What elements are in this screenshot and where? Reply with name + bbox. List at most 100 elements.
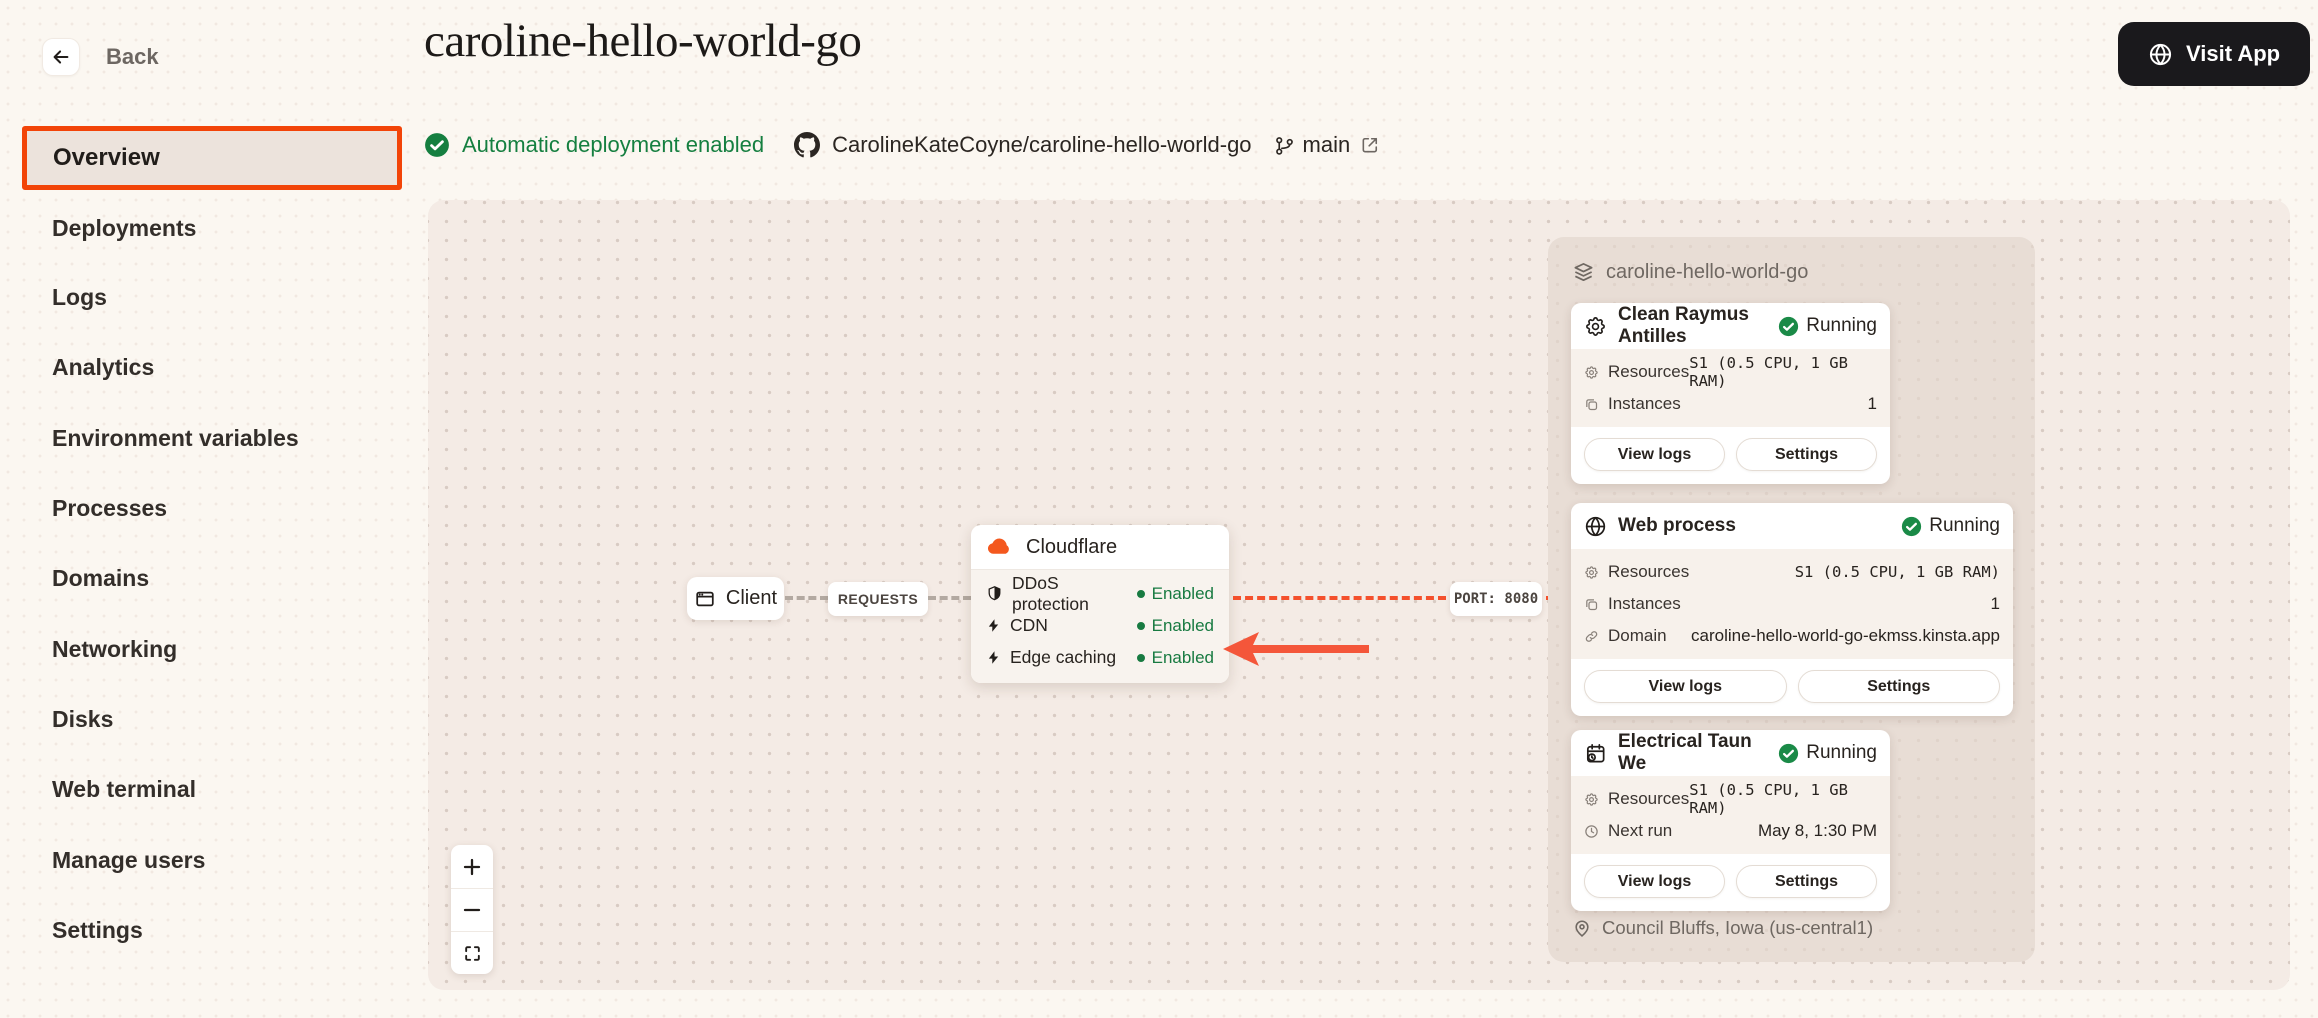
resources-row: Resources S1 (0.5 CPU, 1 GB RAM) [1584, 357, 1877, 387]
datacenter-location: Council Bluffs, Iowa (us-central1) [1572, 917, 1873, 939]
link-icon [1584, 629, 1599, 644]
visit-app-label: Visit App [2186, 41, 2280, 67]
deployment-status-label: Automatic deployment enabled [462, 132, 764, 158]
row-label: Resources [1608, 362, 1689, 382]
canvas-zoom-controls [451, 845, 493, 974]
sidebar-item-logs[interactable]: Logs [52, 282, 107, 312]
sidebar-item-networking[interactable]: Networking [52, 634, 177, 664]
resources-row: Resources S1 (0.5 CPU, 1 GB RAM) [1584, 557, 2000, 587]
instances-value: 1 [1991, 594, 2000, 614]
next-run-value: May 8, 1:30 PM [1758, 821, 1877, 841]
instances-row: Instances 1 [1584, 589, 2000, 619]
gear-small-icon [1584, 565, 1599, 580]
calendar-clock-icon [1584, 742, 1607, 765]
running-badge: Running [1778, 742, 1877, 764]
row-label: Instances [1608, 594, 1681, 614]
sidebar-item-disks[interactable]: Disks [52, 704, 113, 734]
view-logs-button[interactable]: View logs [1584, 865, 1725, 898]
git-branch-icon [1274, 135, 1295, 156]
settings-button[interactable]: Settings [1736, 438, 1877, 471]
status-bar: Automatic deployment enabled CarolineKat… [424, 127, 1380, 163]
layers-icon [1572, 261, 1595, 284]
sidebar-item-settings[interactable]: Settings [52, 915, 143, 945]
topology-canvas[interactable]: Client REQUESTS Cloudflare DDoS protecti… [428, 200, 2290, 990]
cog-icon [1584, 315, 1607, 338]
sidebar-item-domains[interactable]: Domains [52, 563, 149, 593]
arrow-left-icon [50, 46, 72, 68]
globe-icon [2148, 42, 2173, 67]
repo-link[interactable]: CarolineKateCoyne/caroline-hello-world-g… [832, 132, 1251, 158]
check-circle-icon [424, 132, 450, 158]
status-dot [1137, 590, 1145, 598]
globe-dark-icon [1584, 515, 1607, 538]
view-logs-button[interactable]: View logs [1584, 670, 1787, 703]
browser-window-icon [694, 588, 716, 610]
map-pin-icon [1572, 918, 1592, 938]
zoom-out-button[interactable] [451, 888, 493, 931]
sidebar-item-web-terminal[interactable]: Web terminal [52, 774, 196, 804]
zoom-in-button[interactable] [451, 845, 493, 888]
requests-pill: REQUESTS [828, 582, 928, 616]
process-card-clean-raymus-antilles: Clean Raymus Antilles Running Resources … [1571, 303, 1890, 484]
process-status: Running [1806, 742, 1877, 764]
running-badge: Running [1778, 315, 1877, 337]
process-card-electrical-taun-we: Electrical Taun We Running Resources S1 … [1571, 730, 1890, 911]
feature-label: Edge caching [1010, 647, 1116, 668]
github-icon [794, 132, 820, 158]
sidebar-item-environment-variables[interactable]: Environment variables [52, 423, 299, 453]
connector-client-requests [785, 596, 828, 600]
next-run-row: Next run May 8, 1:30 PM [1584, 816, 1877, 846]
resources-value: S1 (0.5 CPU, 1 GB RAM) [1689, 781, 1877, 817]
instances-row: Instances 1 [1584, 389, 1877, 419]
domain-row: Domain caroline-hello-world-go-ekmss.kin… [1584, 621, 2000, 651]
connector-requests-cloudflare [928, 596, 971, 600]
bolt-icon [986, 618, 1001, 633]
cloudflare-title: Cloudflare [1026, 536, 1117, 559]
gear-small-icon [1584, 792, 1599, 807]
feature-status: Enabled [1152, 648, 1214, 668]
feature-status: Enabled [1152, 616, 1214, 636]
row-label: Instances [1608, 394, 1681, 414]
client-node: Client [687, 577, 784, 620]
client-label: Client [726, 587, 777, 610]
process-card-web-process: Web process Running Resources S1 (0.5 CP… [1571, 503, 2013, 716]
external-link-icon[interactable] [1360, 135, 1380, 155]
instances-value: 1 [1868, 394, 1877, 414]
running-badge: Running [1901, 515, 2000, 537]
view-logs-button[interactable]: View logs [1584, 438, 1725, 471]
resources-row: Resources S1 (0.5 CPU, 1 GB RAM) [1584, 784, 1877, 814]
process-status: Running [1806, 315, 1877, 337]
sidebar-item-processes[interactable]: Processes [52, 493, 167, 523]
resources-value: S1 (0.5 CPU, 1 GB RAM) [1689, 354, 1877, 390]
visit-app-button[interactable]: Visit App [2118, 22, 2310, 86]
process-name: Electrical Taun We [1618, 731, 1767, 775]
settings-button[interactable]: Settings [1798, 670, 2001, 703]
process-status: Running [1929, 515, 2000, 537]
domain-value[interactable]: caroline-hello-world-go-ekmss.kinsta.app [1691, 626, 2000, 646]
settings-button[interactable]: Settings [1736, 865, 1877, 898]
shield-icon [986, 585, 1003, 602]
row-label: Domain [1608, 626, 1667, 646]
connector-cloudflare-port [1233, 596, 1446, 600]
resources-value: S1 (0.5 CPU, 1 GB RAM) [1795, 563, 2000, 581]
cloudflare-feature-row: DDoS protection Enabled [986, 579, 1214, 608]
fullscreen-button[interactable] [451, 931, 493, 974]
back-label[interactable]: Back [106, 44, 159, 70]
app-group-title: caroline-hello-world-go [1606, 261, 1808, 284]
clock-icon [1584, 824, 1599, 839]
back-button[interactable] [42, 38, 80, 76]
bolt-icon [986, 650, 1001, 665]
feature-label: DDoS protection [1012, 573, 1137, 615]
sidebar-item-analytics[interactable]: Analytics [52, 352, 154, 382]
app-group-panel: caroline-hello-world-go Clean Raymus Ant… [1548, 237, 2035, 962]
branch-name: main [1303, 132, 1351, 158]
process-name: Web process [1618, 515, 1890, 537]
row-label: Next run [1608, 821, 1672, 841]
page-title: caroline-hello-world-go [424, 14, 861, 68]
feature-status: Enabled [1152, 584, 1214, 604]
sidebar-item-overview[interactable]: Overview [22, 126, 402, 190]
instances-icon [1584, 597, 1599, 612]
sidebar-item-manage-users[interactable]: Manage users [52, 845, 205, 875]
row-label: Resources [1608, 562, 1689, 582]
sidebar-item-deployments[interactable]: Deployments [52, 213, 196, 243]
